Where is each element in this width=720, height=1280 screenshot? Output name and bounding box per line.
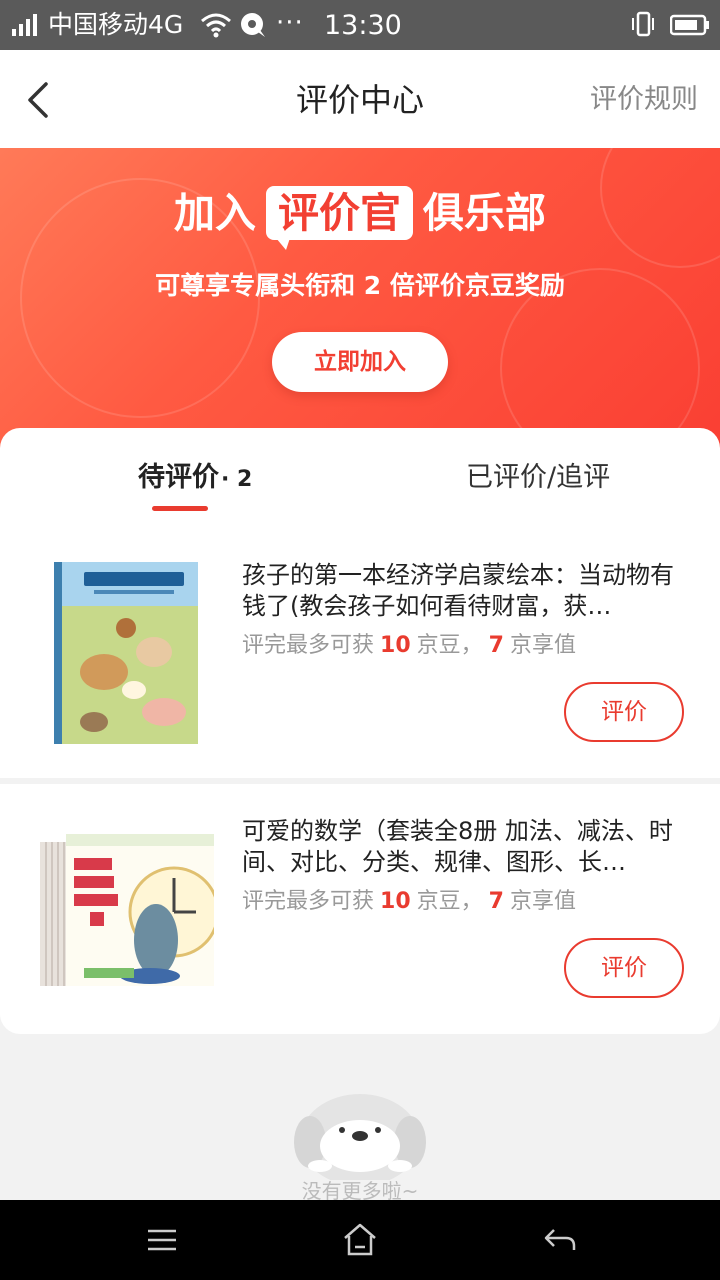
carrier-label: 中国移动4G xyxy=(48,10,184,39)
reward-beans-unit: 京豆， xyxy=(416,633,483,658)
status-bar: 中国移动4G ··· 13:30 xyxy=(0,0,720,50)
tab-pending-label: 待评价 xyxy=(138,462,219,493)
evaluate-button[interactable]: 评价 xyxy=(564,682,684,742)
more-notifications-icon: ··· xyxy=(276,8,304,38)
top-header: 评价中心 评价规则 xyxy=(0,50,720,148)
list-item: 可爱的数学（套装全8册 加法、减法、时间、对比、分类、规律、图形、长… 评完最多… xyxy=(0,784,720,1034)
empty-footer: 没有更多啦~ xyxy=(0,1034,720,1203)
vibrate-icon xyxy=(632,11,654,37)
back-nav-icon[interactable] xyxy=(540,1220,580,1260)
home-icon[interactable] xyxy=(340,1220,380,1260)
message-icon xyxy=(241,13,265,37)
reward-value-unit: 京享值 xyxy=(509,633,576,658)
evaluator-club-banner[interactable]: 加入 评价官 俱乐部 可尊享专属头衔和 2 倍评价京豆奖励 立即加入 xyxy=(0,148,720,448)
product-name[interactable]: 可爱的数学（套装全8册 加法、减法、时间、对比、分类、规律、图形、长… xyxy=(242,816,690,878)
tab-pending[interactable]: 待评价· 2 xyxy=(138,454,252,504)
tab-pending-count: · 2 xyxy=(221,467,253,492)
join-now-button[interactable]: 立即加入 xyxy=(272,332,448,392)
mascot-dog-icon xyxy=(294,1094,426,1180)
product-image[interactable] xyxy=(40,828,214,990)
reward-value-unit: 京享值 xyxy=(509,889,576,914)
reward-prefix: 评完最多可获 xyxy=(242,889,375,914)
tab-evaluated[interactable]: 已评价/追评 xyxy=(466,454,610,502)
reward-value: 7 xyxy=(488,633,504,658)
active-tab-indicator xyxy=(152,506,208,511)
reward-beans: 10 xyxy=(380,633,411,658)
reward-info: 评完最多可获 10 京豆， 7 京享值 xyxy=(242,884,576,920)
product-name[interactable]: 孩子的第一本经济学启蒙绘本：当动物有钱了(教会孩子如何看待财富，获… xyxy=(242,560,690,622)
evaluator-badge: 评价官 xyxy=(266,186,413,250)
menu-icon[interactable] xyxy=(142,1220,182,1260)
wifi-icon xyxy=(201,13,231,38)
system-nav-bar xyxy=(0,1200,720,1280)
reward-beans: 10 xyxy=(380,889,411,914)
reward-prefix: 评完最多可获 xyxy=(242,633,375,658)
list-item: 孩子的第一本经济学启蒙绘本：当动物有钱了(教会孩子如何看待财富，获… 评完最多可… xyxy=(0,528,720,778)
evaluation-list-card: 待评价· 2 已评价/追评 孩子的第一本经济学启蒙绘本：当动物有钱了(教会孩子如… xyxy=(0,428,720,1034)
evaluation-rules-link[interactable]: 评价规则 xyxy=(590,80,698,120)
banner-subtitle: 可尊享专属头衔和 2 倍评价京豆奖励 xyxy=(155,271,565,300)
reward-beans-unit: 京豆， xyxy=(416,889,483,914)
evaluate-button[interactable]: 评价 xyxy=(564,938,684,998)
battery-icon xyxy=(670,14,709,36)
signal-icon xyxy=(12,14,37,36)
product-image[interactable] xyxy=(54,562,198,744)
banner-title-suffix: 俱乐部 xyxy=(423,189,546,237)
banner-title-prefix: 加入 xyxy=(174,189,256,237)
reward-info: 评完最多可获 10 京豆， 7 京享值 xyxy=(242,628,576,664)
reward-value: 7 xyxy=(488,889,504,914)
clock: 13:30 xyxy=(324,10,402,41)
banner-title: 加入 评价官 俱乐部 xyxy=(0,184,720,250)
